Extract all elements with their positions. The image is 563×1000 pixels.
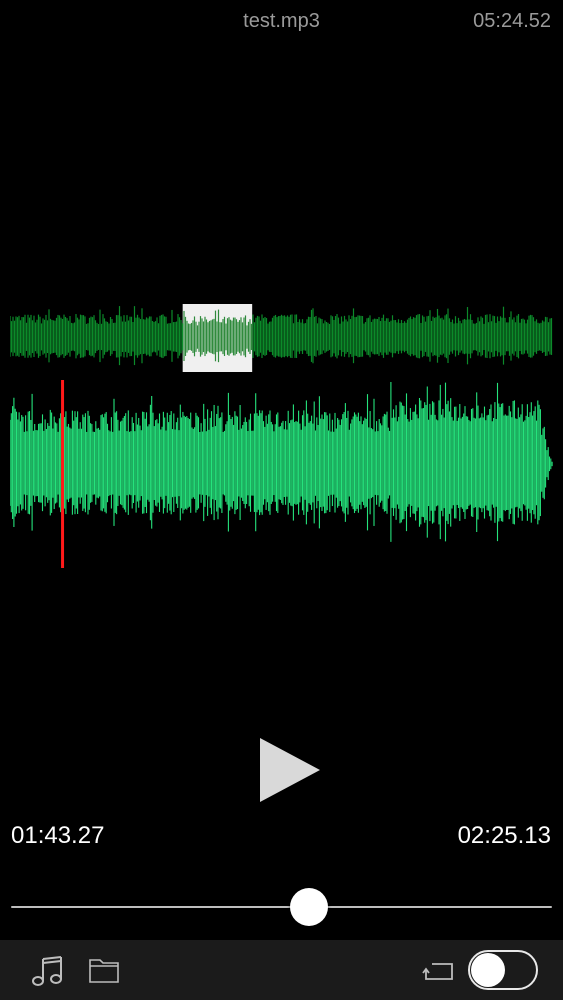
overview-waveform-bars xyxy=(10,306,553,366)
slider-track xyxy=(11,906,552,908)
playhead-marker[interactable] xyxy=(61,380,65,568)
music-note-glyph xyxy=(32,956,62,986)
bottom-toolbar xyxy=(0,940,563,1000)
loop-icon[interactable] xyxy=(422,958,456,984)
loop-toggle-switch[interactable] xyxy=(468,950,538,990)
detail-waveform-bars xyxy=(10,382,553,542)
music-note-icon[interactable] xyxy=(30,954,64,988)
overview-waveform[interactable] xyxy=(10,304,553,372)
detail-waveform[interactable] xyxy=(10,380,553,568)
loop-glyph xyxy=(422,963,453,980)
folder-glyph xyxy=(89,959,119,983)
current-time: 01:43.27 xyxy=(11,822,105,849)
folder-icon[interactable] xyxy=(88,956,120,984)
play-icon xyxy=(260,738,320,802)
playback-progress-slider[interactable] xyxy=(11,888,552,926)
remaining-time: 02:25.13 xyxy=(457,822,551,849)
header-total-duration: 05:24.52 xyxy=(473,10,551,32)
play-button[interactable] xyxy=(256,734,324,806)
toggle-knob xyxy=(471,953,505,987)
slider-thumb[interactable] xyxy=(290,888,329,926)
